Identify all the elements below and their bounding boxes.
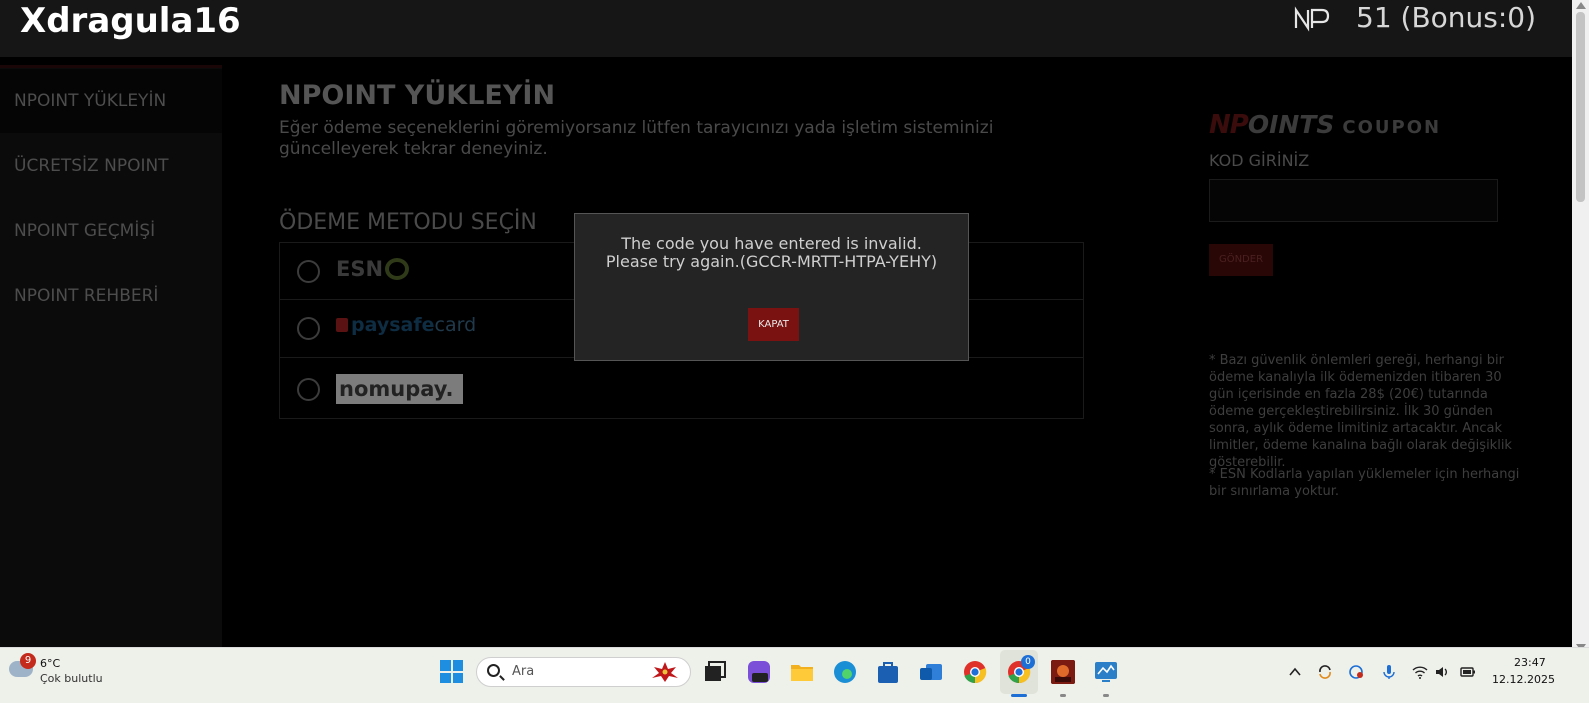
page-scrollbar[interactable] (1572, 0, 1589, 655)
top-header: Xdragula16 51 (Bonus:0) (0, 0, 1572, 57)
sidebar-item-npoint-yukleyin[interactable]: NPOINT YÜKLEYİN (0, 69, 222, 133)
error-message-line-2: Please try again.(GCCR-MRTT-HTPA-YEHY) (605, 252, 938, 271)
security-shield-icon[interactable] (1349, 664, 1365, 680)
npoints-coupon-logo: NPOINTS COUPON (1209, 110, 1441, 140)
code-label: KOD GİRİNİZ (1209, 151, 1310, 170)
radio-paysafecard[interactable] (297, 317, 320, 340)
windows-taskbar: 9 6°C Çok bulutlu Ara 0 23:47 12.12.2025 (0, 647, 1589, 703)
sidebar: NPOINT YÜKLEYİN ÜCRETSİZ NPOINT NPOINT G… (0, 65, 222, 655)
chrome-icon[interactable] (962, 659, 988, 685)
outlook-icon[interactable] (918, 659, 944, 685)
chevron-up-icon[interactable] (1287, 664, 1303, 680)
paysafe-logo-text: paysafe (351, 314, 435, 336)
error-message: The code you have entered is invalid. Pl… (575, 235, 968, 271)
page-title: NPOINT YÜKLEYİN (279, 80, 556, 111)
esn-ring-icon (385, 258, 410, 280)
coupon-code-input[interactable] (1209, 179, 1498, 222)
scroll-thumb[interactable] (1576, 12, 1585, 202)
paysafecard-logo: paysafecard (336, 314, 476, 336)
scroll-up-arrow-icon[interactable] (1576, 2, 1586, 9)
volume-icon[interactable] (1434, 664, 1450, 680)
coupon-logo-word: COUPON (1342, 117, 1442, 138)
sidebar-active-accent (0, 65, 222, 68)
microphone-icon[interactable] (1381, 664, 1397, 680)
sidebar-item-npoint-gecmisi[interactable]: NPOINT GEÇMİŞİ (0, 199, 222, 263)
payment-method-nomupay[interactable]: nomupay. (280, 358, 1083, 419)
weather-badge: 9 (20, 653, 36, 669)
coupon-logo-points: OINTS (1247, 110, 1335, 139)
file-explorer-icon[interactable] (789, 659, 815, 685)
search-placeholder: Ara (512, 664, 535, 679)
sidebar-item-ucretsiz-npoint[interactable]: ÜCRETSİZ NPOINT (0, 134, 222, 198)
radio-nomupay[interactable] (297, 378, 320, 401)
submit-button[interactable]: GÖNDER (1209, 244, 1273, 276)
task-view-icon[interactable] (702, 659, 728, 685)
payment-method-heading: ÖDEME METODU SEÇİN (279, 210, 537, 235)
lock-icon (336, 318, 348, 332)
esn-note: * ESN Kodlarla yapılan yüklemeler için h… (1209, 467, 1520, 499)
battery-icon[interactable] (1460, 664, 1476, 680)
npoint-balance: 51 (Bonus:0) (1356, 1, 1537, 34)
radio-esn[interactable] (297, 260, 320, 283)
limit-note: * Bazı güvenlik önlemleri gereği, herhan… (1209, 353, 1512, 470)
game-app-icon[interactable] (1050, 659, 1076, 685)
game-app-running-indicator (1060, 694, 1066, 697)
monitor-app-running-indicator (1103, 694, 1109, 697)
wifi-icon[interactable] (1412, 664, 1428, 680)
esn-logo: ESN (336, 257, 410, 281)
close-button[interactable]: KAPAT (748, 308, 799, 341)
coupon-logo-np: NP (1209, 110, 1249, 140)
weather-temperature[interactable]: 6°C (40, 657, 60, 670)
windows-start-icon[interactable] (440, 660, 463, 683)
chrome-badge: 0 (1021, 655, 1035, 669)
page-description: Eğer ödeme seçeneklerini göremiyorsanız … (279, 118, 994, 159)
error-message-line-1: The code you have entered is invalid. (621, 234, 922, 253)
page: Xdragula16 51 (Bonus:0) NPOINT YÜKLEYİN … (0, 0, 1589, 703)
edge-icon[interactable] (832, 659, 858, 685)
paysafe-logo-suffix: card (434, 314, 477, 336)
clock-time[interactable]: 23:47 (1514, 656, 1546, 669)
weather-condition[interactable]: Çok bulutlu (40, 672, 103, 685)
sync-update-icon[interactable] (1317, 664, 1333, 680)
active-app-indicator (1011, 694, 1027, 697)
nomupay-logo: nomupay. (336, 374, 463, 404)
taskbar-search-box[interactable]: Ara (476, 657, 691, 687)
clock-date[interactable]: 12.12.2025 (1492, 673, 1555, 686)
microsoft-store-icon[interactable] (875, 659, 901, 685)
username: Xdragula16 (20, 1, 241, 41)
sidebar-item-npoint-rehberi[interactable]: NPOINT REHBERİ (0, 264, 222, 328)
np-logo-icon (1294, 6, 1330, 32)
esn-logo-text: ESN (336, 257, 384, 281)
poinsettia-icon (652, 662, 678, 682)
m365-copilot-icon[interactable] (746, 659, 772, 685)
error-dialog: The code you have entered is invalid. Pl… (574, 213, 969, 361)
search-icon (487, 664, 500, 677)
monitor-app-icon[interactable] (1093, 659, 1119, 685)
